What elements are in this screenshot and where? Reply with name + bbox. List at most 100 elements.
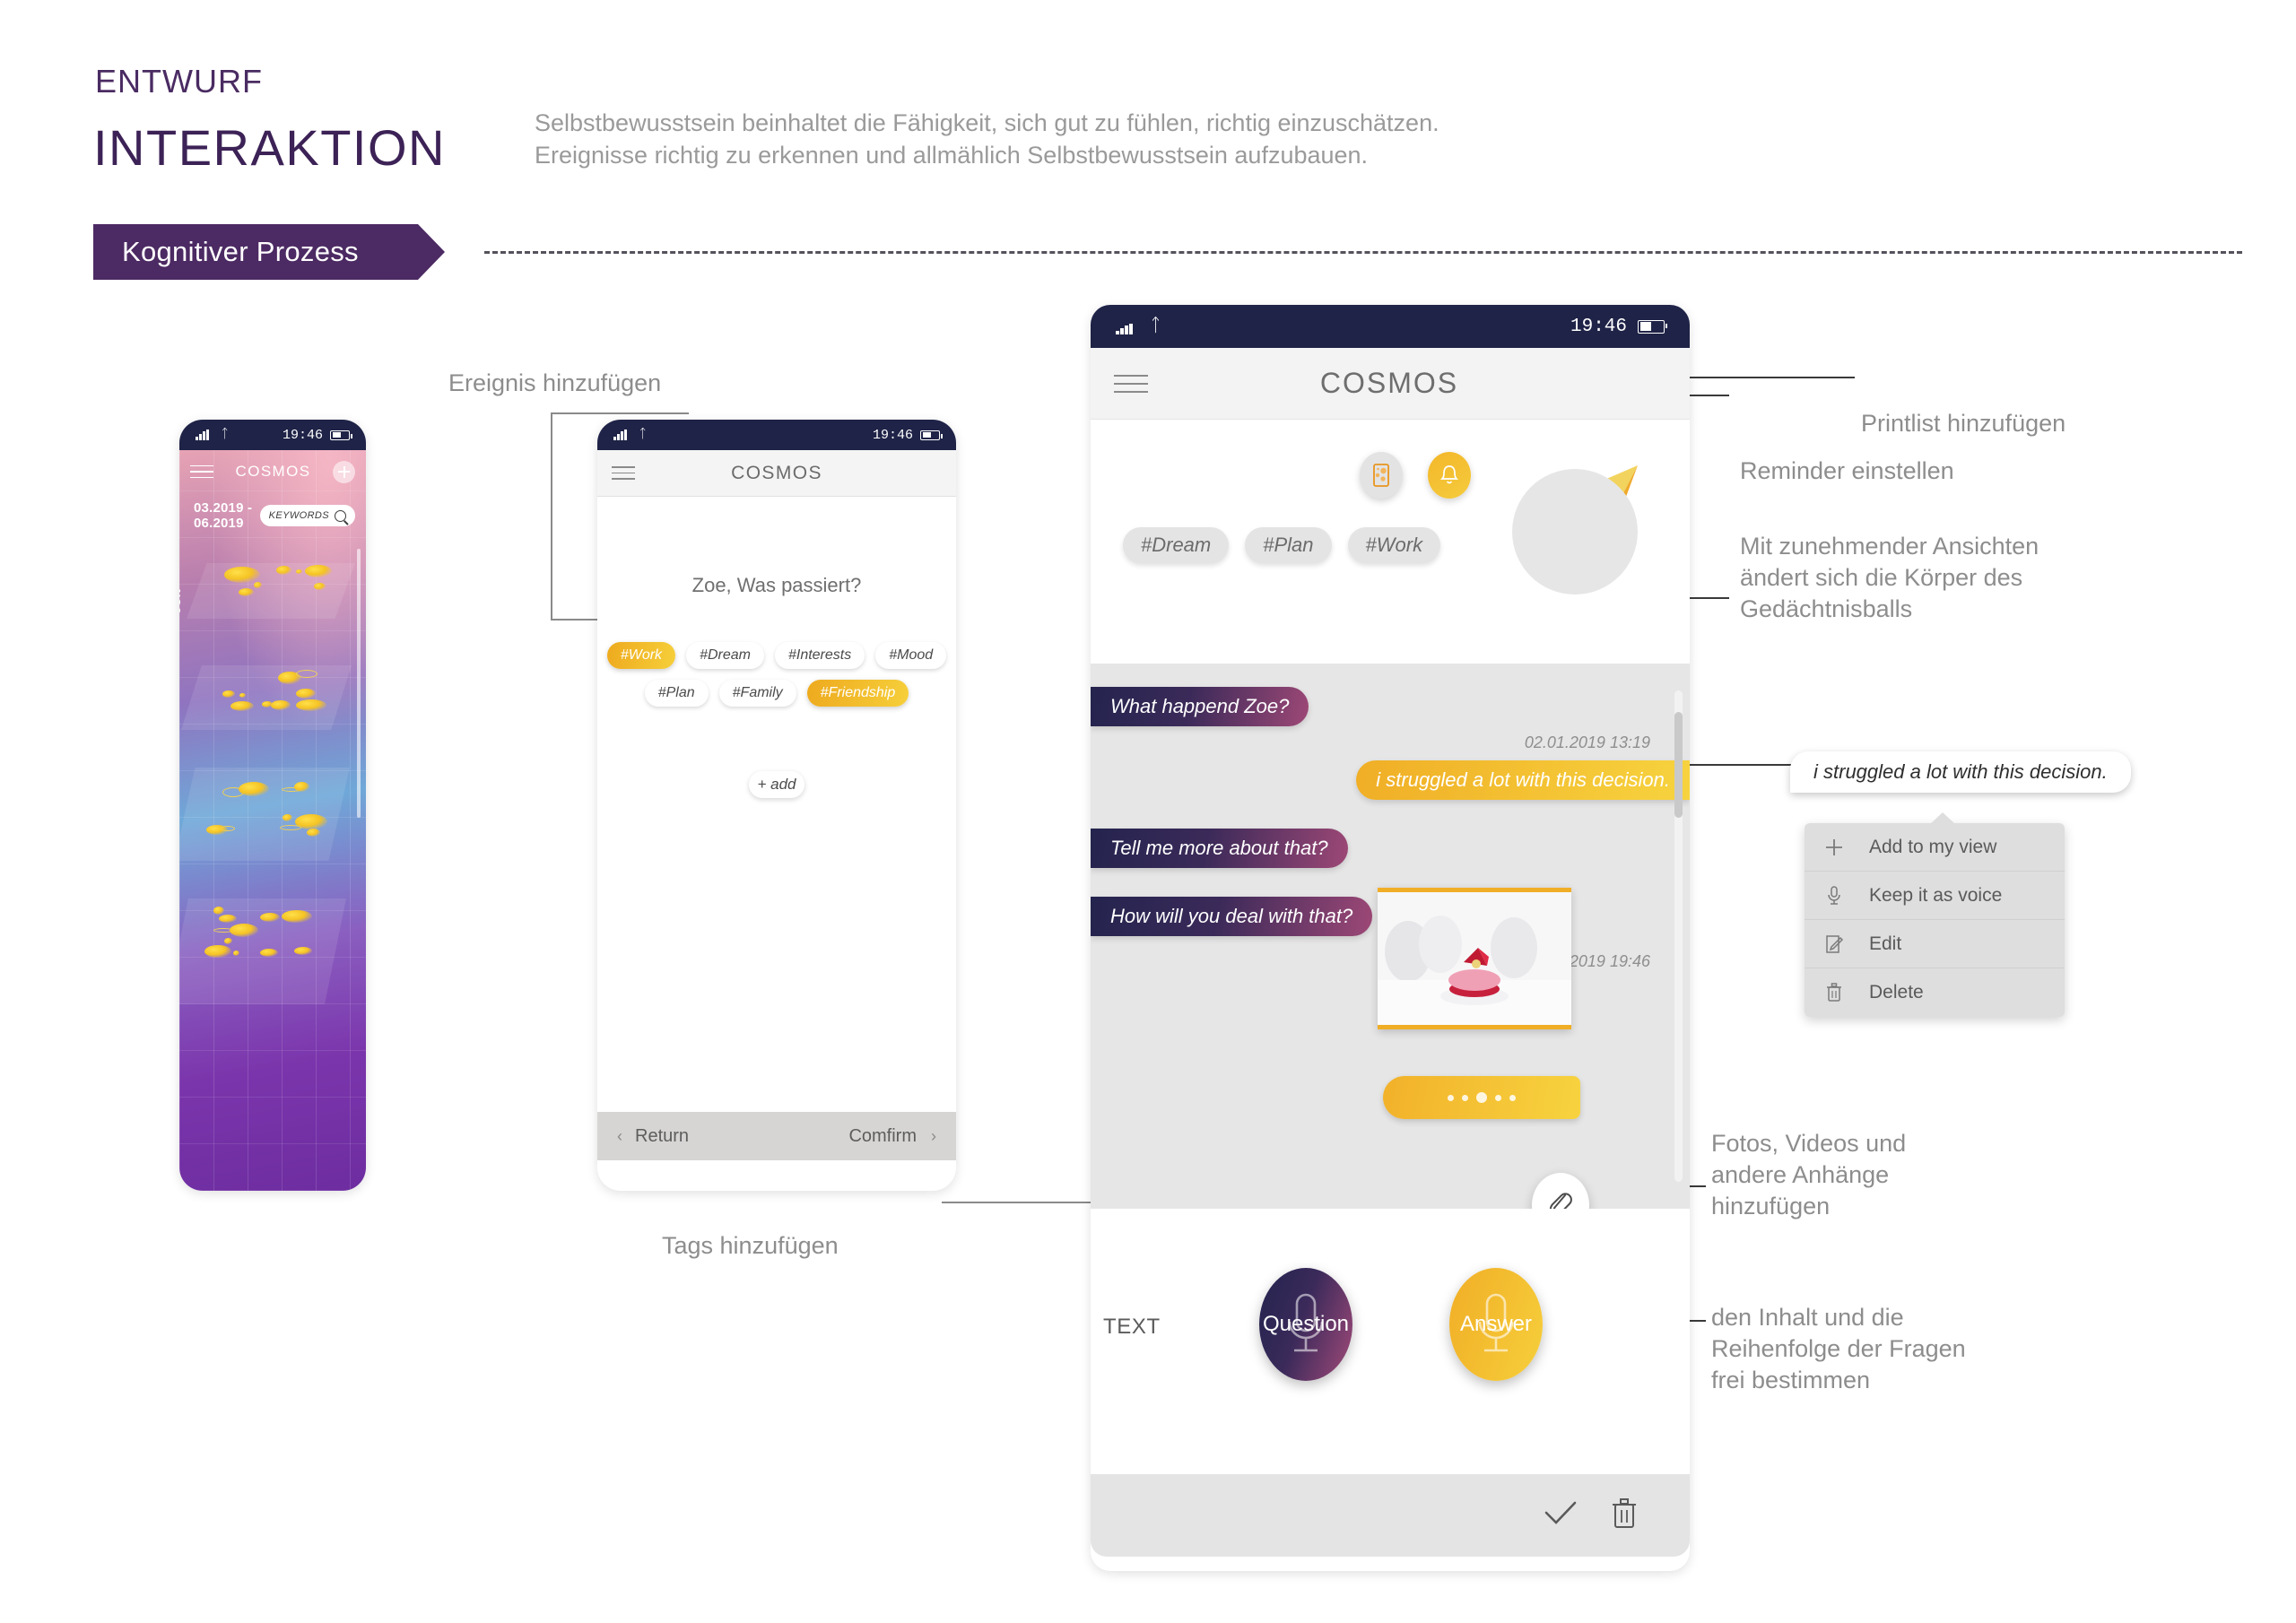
memory-blob	[294, 782, 309, 792]
recording-panel: TEXT Question Answer	[1091, 1209, 1690, 1449]
hamburger-menu-icon[interactable]	[1114, 369, 1148, 399]
return-button[interactable]: Return	[635, 1126, 689, 1147]
tetrahedron-icon	[1505, 453, 1666, 614]
voice-waveform-icon[interactable]	[1383, 1076, 1580, 1119]
phone-tags-mockup: ᛏ 19:46 COSMOS Zoe, Was passiert? #Work …	[597, 420, 956, 1191]
callout-attachments: Fotos, Videos und andere Anhänge hinzufü…	[1711, 1130, 1907, 1220]
context-menu-item-label: Delete	[1869, 982, 1924, 1002]
tags-bottom-bar: ‹ Return Comfirm ›	[597, 1112, 956, 1160]
plus-icon[interactable]	[333, 460, 355, 483]
context-menu-item-add-to-view[interactable]: Add to my view	[1805, 823, 2065, 872]
memory-ring	[280, 825, 301, 830]
confirm-button[interactable]: Comfirm	[848, 1126, 917, 1147]
chat-bubble-question[interactable]: Tell me more about that?	[1091, 829, 1348, 868]
callout-add-event: Ereignis hinzufügen	[448, 369, 662, 396]
trash-icon[interactable]	[1609, 1497, 1639, 1535]
callout-free-order: den Inhalt und die Reihenfolge der Frage…	[1711, 1304, 1966, 1394]
signal-bars-icon	[613, 430, 627, 440]
statusbar-time: 19:46	[872, 427, 913, 443]
filter-chip[interactable]: #Work	[1347, 527, 1441, 563]
timeline-scrollbar[interactable]	[357, 549, 361, 818]
hamburger-menu-icon[interactable]	[612, 462, 635, 484]
timeline-plane[interactable]: MAI	[181, 665, 352, 730]
page-description: Selbstbewusstsein beinhaltet die Fähigke…	[535, 109, 1439, 169]
timeline-plane[interactable]: JUN	[179, 563, 355, 619]
chevron-left-icon[interactable]: ‹	[617, 1127, 622, 1146]
memory-blob	[254, 582, 262, 588]
tags-navbar: COSMOS	[597, 450, 956, 497]
chat-scrollbar[interactable]	[1674, 690, 1683, 1182]
tag-chip[interactable]: #Family	[718, 680, 796, 707]
memory-blob	[294, 947, 312, 955]
timeline-plane[interactable]: APR	[179, 768, 350, 861]
chat-bubble-question[interactable]: What happend Zoe?	[1091, 687, 1309, 726]
answer-record-label: Answer	[1459, 1312, 1533, 1336]
question-record-button[interactable]: Question	[1259, 1268, 1352, 1381]
memory-blob	[296, 699, 326, 711]
tag-chip[interactable]: #Friendship	[806, 680, 909, 707]
tag-chip[interactable]: #Mood	[875, 642, 947, 669]
context-menu-item-delete[interactable]: Delete	[1805, 968, 2065, 1017]
tag-chip[interactable]: #Plan	[644, 680, 709, 707]
context-menu-item-edit[interactable]: Edit	[1805, 920, 2065, 968]
timeline-date-row: 03.2019 - 06.2019 KEYWORDS	[194, 500, 355, 531]
tags-question: Zoe, Was passiert?	[691, 574, 862, 596]
context-menu-item-keep-voice[interactable]: Keep it as voice	[1805, 872, 2065, 920]
edit-pencil-icon	[1822, 933, 1846, 955]
chevron-right-icon[interactable]: ›	[931, 1127, 936, 1146]
memory-blob	[260, 949, 278, 957]
add-tag-button[interactable]: + add	[749, 771, 804, 798]
page-title: INTERAKTION	[93, 119, 446, 176]
section-banner-label: Kognitiver Prozess	[122, 236, 359, 267]
context-menu-item-label: Edit	[1869, 933, 1902, 954]
memory-blob	[282, 910, 312, 923]
main-footer-bar	[1091, 1474, 1690, 1557]
question-record-label: Question	[1262, 1312, 1350, 1336]
plus-icon	[1822, 838, 1846, 857]
filter-chip[interactable]: #Plan	[1245, 527, 1332, 563]
timeline-screen: JUN MAI	[179, 450, 366, 1191]
chat-scrollbar-thumb[interactable]	[1674, 712, 1683, 818]
callout-set-reminder: Reminder einstellen	[1740, 457, 1954, 484]
chat-bubble-question[interactable]: How will you deal with that?	[1091, 897, 1373, 936]
filter-chip[interactable]: #Dream	[1123, 527, 1230, 563]
leader-line-add-event-h2	[551, 619, 601, 621]
memory-blob	[239, 588, 254, 596]
hamburger-menu-icon[interactable]	[190, 461, 213, 483]
bluetooth-icon: ᛏ	[1150, 316, 1161, 337]
text-mode-button[interactable]: TEXT	[1103, 1315, 1161, 1340]
bluetooth-icon: ᛏ	[639, 428, 647, 442]
battery-icon	[330, 430, 352, 440]
statusbar: ᛏ 19:46	[1091, 305, 1690, 348]
search-placeholder: KEYWORDS	[268, 510, 329, 521]
answer-record-button[interactable]: Answer	[1449, 1268, 1543, 1381]
signal-bars-icon	[196, 430, 209, 440]
bell-icon[interactable]	[1428, 452, 1471, 499]
main-navbar: COSMOS	[1091, 348, 1690, 420]
memory-blob	[230, 701, 254, 711]
check-icon[interactable]	[1543, 1500, 1578, 1532]
memory-blob	[276, 566, 291, 575]
microphone-icon	[1822, 885, 1846, 907]
signal-bars-icon	[1116, 319, 1133, 334]
memory-blob	[239, 693, 246, 698]
chat-panel: What happend Zoe? 02.01.2019 13:19 i str…	[1091, 664, 1690, 1209]
quoted-message-bubble: i struggled a lot with this decision.	[1790, 751, 2131, 793]
callout-add-printlist: Printlist hinzufügen	[1861, 410, 2066, 437]
dessert-photo[interactable]	[1378, 888, 1571, 1029]
chat-bubble-answer[interactable]: i struggled a lot with this decision.	[1356, 760, 1690, 800]
tag-chip[interactable]: #Work	[606, 642, 676, 669]
tag-chip[interactable]: #Interests	[774, 642, 865, 669]
memory-ring	[221, 826, 235, 831]
date-range-label: 03.2019 - 06.2019	[194, 500, 253, 531]
timeline-plane[interactable]: MÄR	[179, 898, 346, 1004]
tag-chip[interactable]: #Dream	[686, 642, 764, 669]
timeline-topbar: COSMOS	[179, 450, 366, 493]
printlist-icon[interactable]	[1360, 452, 1403, 499]
ball-halo	[1512, 469, 1638, 595]
memory-blob	[213, 907, 224, 915]
search-input[interactable]: KEYWORDS	[259, 505, 355, 526]
plane-surface	[179, 768, 350, 861]
memory-blob	[271, 700, 291, 710]
memory-blob	[219, 915, 237, 923]
